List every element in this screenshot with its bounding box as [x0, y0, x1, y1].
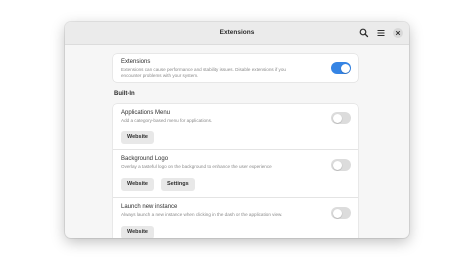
- extension-row-launch-new-instance: Launch new instance Always launch a new …: [113, 197, 358, 238]
- extension-name: Launch new instance: [121, 204, 178, 210]
- extension-row-background-logo: Background Logo Overlay a tasteful logo …: [113, 149, 358, 198]
- close-icon: [393, 28, 403, 38]
- extension-row-applications-menu: Applications Menu Add a category-based m…: [113, 104, 358, 149]
- section-label-built-in: Built-In: [114, 91, 135, 97]
- extension-description: Always launch a new instance when clicki…: [121, 212, 283, 217]
- extension-description: Add a category-based menu for applicatio…: [121, 118, 213, 123]
- extension-description: Overlay a tasteful logo on the backgroun…: [121, 164, 272, 169]
- toggle-knob: [340, 63, 350, 73]
- global-description-line2: encounter problems with your system.: [121, 73, 199, 78]
- toggle-knob: [332, 160, 342, 170]
- extension-toggle-applications-menu[interactable]: [331, 112, 351, 124]
- close-button[interactable]: [392, 27, 404, 39]
- extensions-global-card: Extensions Extensions can cause performa…: [113, 54, 358, 82]
- built-in-extensions-card: Applications Menu Add a category-based m…: [113, 104, 358, 238]
- extensions-list[interactable]: Extensions Extensions can cause performa…: [65, 45, 409, 238]
- search-icon: [359, 28, 369, 38]
- website-button[interactable]: Website: [121, 226, 154, 238]
- extensions-window: Extensions Extensions Extensions can cau…: [65, 22, 409, 238]
- main-menu-button[interactable]: [375, 27, 387, 39]
- global-title: Extensions: [121, 59, 151, 65]
- settings-button[interactable]: Settings: [161, 178, 195, 191]
- extensions-global-toggle[interactable]: [331, 62, 351, 74]
- website-button[interactable]: Website: [121, 178, 154, 191]
- toggle-knob: [332, 113, 342, 123]
- extension-toggle-background-logo[interactable]: [331, 159, 351, 171]
- toggle-knob: [332, 208, 342, 218]
- website-button[interactable]: Website: [121, 131, 154, 144]
- extension-toggle-launch-new-instance[interactable]: [331, 207, 351, 219]
- hamburger-menu-icon: [377, 29, 385, 37]
- extension-name: Background Logo: [121, 156, 169, 162]
- header-bar: Extensions: [65, 22, 409, 45]
- search-button[interactable]: [358, 27, 370, 39]
- extension-name: Applications Menu: [121, 110, 171, 116]
